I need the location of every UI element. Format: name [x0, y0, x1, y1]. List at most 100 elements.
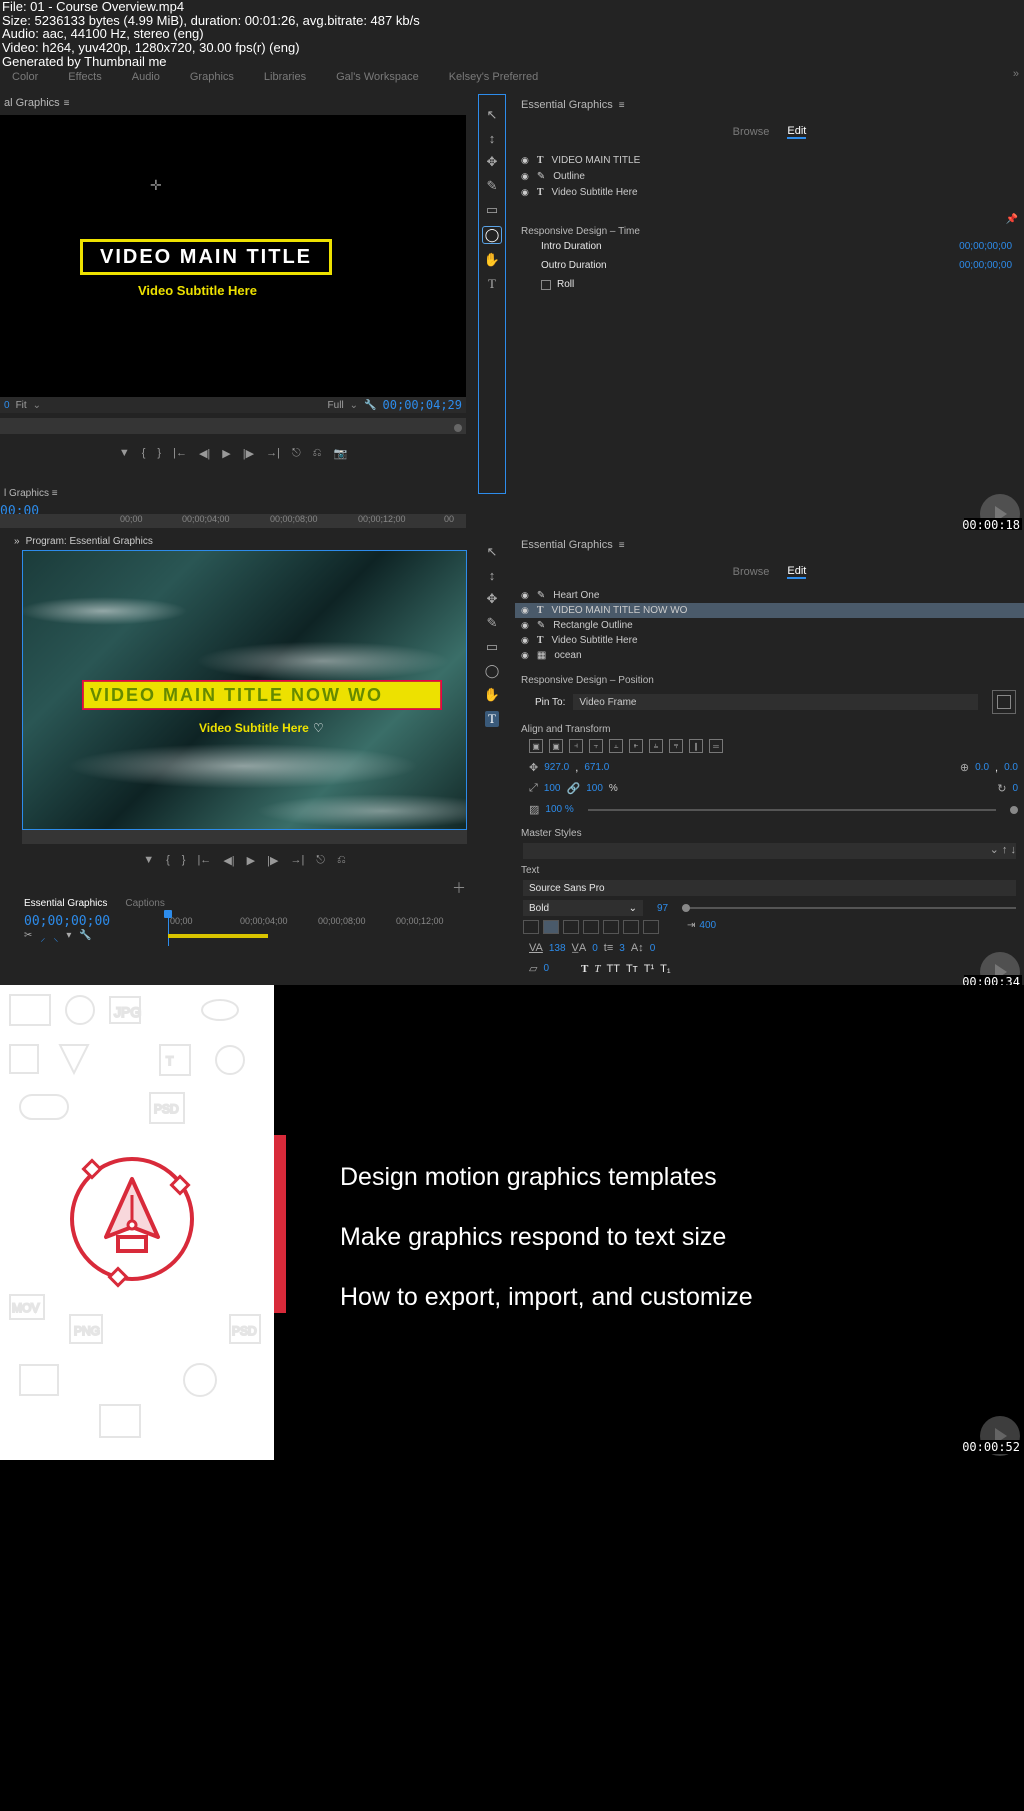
marker-icon[interactable]: ▼: [143, 854, 154, 866]
align-center-icon[interactable]: [543, 920, 559, 934]
type-tool-icon[interactable]: T: [485, 711, 499, 727]
eg-header[interactable]: Essential Graphics ≡: [515, 94, 1024, 116]
eg-menu-icon[interactable]: ≡: [619, 540, 625, 551]
master-style-dropdown[interactable]: ⌄ ↑ ↓: [523, 843, 1016, 859]
layer-row[interactable]: ◉TVIDEO MAIN TITLE: [515, 152, 1024, 168]
align-center-icon[interactable]: ▣: [549, 739, 563, 753]
rotation-value[interactable]: 0: [1012, 783, 1018, 794]
tl-tab-graphics[interactable]: Essential Graphics: [24, 898, 107, 909]
step-back-icon[interactable]: ◀|: [199, 447, 210, 460]
align-v-bot-icon[interactable]: ⫧: [669, 739, 683, 753]
eg-menu-icon[interactable]: ≡: [619, 100, 625, 111]
heart-icon[interactable]: ♡: [313, 721, 324, 735]
ruler-a[interactable]: 00;00 00;00;04;00 00;00;08;00 00;00;12;0…: [0, 514, 466, 528]
graphics-panel-header[interactable]: al Graphics ≡: [0, 94, 69, 112]
opacity-slider[interactable]: [588, 809, 996, 811]
baseline-value[interactable]: 0: [650, 943, 656, 954]
move-tool-icon[interactable]: ✥: [487, 591, 498, 607]
ws-kelsey[interactable]: Kelsey's Preferred: [449, 71, 539, 83]
move-tool-icon[interactable]: ✥: [487, 154, 498, 170]
eye-icon[interactable]: ◉: [521, 171, 529, 182]
align-h-right-icon[interactable]: ⫠: [609, 739, 623, 753]
out-point-icon[interactable]: }: [157, 447, 161, 459]
quality-dropdown[interactable]: Full: [328, 400, 344, 411]
eye-icon[interactable]: ◉: [521, 590, 529, 601]
scrub-bar-a[interactable]: [0, 418, 466, 434]
tl-icon[interactable]: ✂: [24, 930, 32, 944]
eye-icon[interactable]: ◉: [521, 635, 529, 646]
tl-wrench-icon[interactable]: 🔧: [79, 930, 91, 944]
title-outline-box[interactable]: VIDEO MAIN TITLE: [80, 239, 332, 275]
menu-icon[interactable]: ≡: [52, 488, 58, 499]
button-editor-icon[interactable]: ＋: [452, 878, 466, 898]
ws-effects[interactable]: Effects: [68, 71, 101, 83]
pin-widget[interactable]: [992, 690, 1016, 714]
goto-out-icon[interactable]: →|: [290, 854, 304, 866]
justify-last-right-icon[interactable]: [623, 920, 639, 934]
ws-audio[interactable]: Audio: [132, 71, 160, 83]
align-h-center-icon[interactable]: ⫟: [589, 739, 603, 753]
justify-last-left-icon[interactable]: [583, 920, 599, 934]
playhead[interactable]: [168, 914, 169, 946]
goto-out-icon[interactable]: →|: [266, 447, 280, 459]
eg-header-b[interactable]: Essential Graphics ≡: [515, 534, 1024, 556]
link-icon[interactable]: 🔗: [567, 782, 581, 795]
stroke-value[interactable]: 0: [543, 963, 549, 974]
dist-v-icon[interactable]: ═: [709, 739, 723, 753]
layer-row[interactable]: ◉TVideo Subtitle Here: [515, 184, 1024, 200]
superscript-icon[interactable]: T¹: [644, 963, 654, 975]
font-size-slider[interactable]: [682, 907, 1016, 909]
va-value[interactable]: 138: [549, 943, 566, 954]
dist-h-icon[interactable]: ∥: [689, 739, 703, 753]
pin-dropdown[interactable]: Video Frame: [573, 694, 978, 710]
step-fwd-icon[interactable]: |▶: [267, 854, 278, 867]
goto-in-icon[interactable]: |←: [197, 854, 211, 866]
font-weight-dropdown[interactable]: Bold⌄: [523, 900, 643, 916]
anchor-y[interactable]: 0.0: [1004, 762, 1018, 773]
seq-chevron-icon[interactable]: »: [14, 536, 20, 547]
settings-wrench-icon[interactable]: 🔧: [364, 400, 376, 411]
step-back-icon[interactable]: ◀|: [223, 854, 234, 867]
roll-row[interactable]: Roll: [515, 279, 1024, 290]
lift-icon[interactable]: ⎋: [292, 447, 301, 460]
ws-overflow-icon[interactable]: »: [1013, 68, 1019, 80]
font-size-value[interactable]: 97: [657, 903, 668, 914]
subtitle-text-b[interactable]: Video Subtitle Here: [199, 721, 309, 735]
hand-tool-icon[interactable]: ✋: [484, 252, 500, 268]
roll-checkbox[interactable]: [541, 280, 551, 290]
tracking-value[interactable]: 3: [619, 943, 625, 954]
hand-tool-icon[interactable]: ✋: [484, 687, 500, 703]
eye-icon[interactable]: ◉: [521, 187, 529, 198]
in-point-icon[interactable]: {: [142, 447, 146, 459]
out-icon[interactable]: }: [182, 854, 186, 866]
scrub-bar-b[interactable]: [22, 830, 467, 844]
ws-gal[interactable]: Gal's Workspace: [336, 71, 419, 83]
tab-browse-b[interactable]: Browse: [733, 566, 770, 578]
align-v-top-icon[interactable]: ⫦: [629, 739, 643, 753]
align-v-mid-icon[interactable]: ⫨: [649, 739, 663, 753]
faux-italic-icon[interactable]: T: [594, 963, 600, 975]
title-box-selected[interactable]: VIDEO MAIN TITLE NOW WO: [83, 681, 441, 709]
ws-graphics[interactable]: Graphics: [190, 71, 234, 83]
timeline-tc[interactable]: 00;00;00;00: [24, 914, 110, 929]
play-icon[interactable]: ▶: [247, 854, 255, 867]
scale-w[interactable]: 100: [544, 783, 561, 794]
step-fwd-icon[interactable]: |▶: [243, 447, 254, 460]
intro-value[interactable]: 00;00;00;00: [959, 241, 1012, 252]
justify-last-center-icon[interactable]: [603, 920, 619, 934]
right-timecode[interactable]: 00;00;04;29: [383, 398, 462, 412]
tab-edit-b[interactable]: Edit: [787, 565, 806, 579]
opacity-handle[interactable]: [1010, 806, 1018, 814]
tl-marker-icon[interactable]: ▾: [66, 930, 71, 944]
play-icon[interactable]: ▶: [222, 447, 230, 460]
align-left-icon[interactable]: [523, 920, 539, 934]
align-right-icon[interactable]: [563, 920, 579, 934]
layer-row[interactable]: ◉✎Heart One: [515, 588, 1024, 603]
align-left-icon[interactable]: ▣: [529, 739, 543, 753]
goto-in-icon[interactable]: |←: [173, 447, 187, 459]
layer-row-selected[interactable]: ◉TVIDEO MAIN TITLE NOW WO: [515, 603, 1024, 618]
rectangle-tool-icon[interactable]: ▭: [486, 202, 498, 218]
graphics-panel-header-2[interactable]: l Graphics ≡: [0, 488, 58, 504]
panel-menu-icon[interactable]: ≡: [64, 98, 70, 109]
ellipse-tool-icon[interactable]: ◯: [482, 226, 503, 244]
